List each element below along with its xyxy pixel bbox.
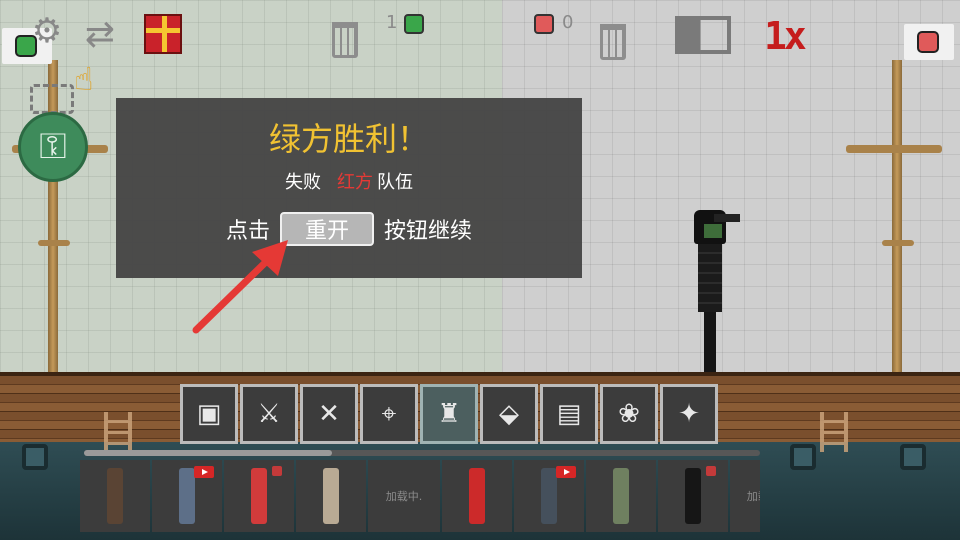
cat-melee-icon[interactable]: ⚔ xyxy=(240,384,298,444)
right-mast xyxy=(892,60,902,372)
category-toolbar: ▣ ⚔ ✕ ⌖ ♜ ⬙ ▤ ❀ ✦ xyxy=(180,384,724,444)
defeat-suffix: 队伍 xyxy=(377,172,413,193)
item-slot[interactable] xyxy=(658,460,728,532)
continue-suffix: 按钮继续 xyxy=(384,219,473,244)
character-body xyxy=(698,244,722,312)
armored-character[interactable] xyxy=(692,210,740,372)
green-score: 1 xyxy=(386,12,398,33)
character-face xyxy=(704,224,722,238)
key-lock-button[interactable]: ⚿ xyxy=(18,112,88,182)
items-scroll-thumb[interactable] xyxy=(84,450,332,456)
cat-firearms-icon[interactable]: ⌖ xyxy=(360,384,418,444)
defeat-prefix: 失败 xyxy=(285,172,321,193)
red-score: 0 xyxy=(562,12,574,33)
gear-icon[interactable]: ⚙ xyxy=(30,14,64,48)
victory-title: 绿方胜利！ xyxy=(268,120,429,158)
cat-machines-icon[interactable]: ▤ xyxy=(540,384,598,444)
hand-pointer-icon[interactable]: ☝ xyxy=(74,60,93,98)
item-slot[interactable] xyxy=(586,460,656,532)
cat-explosives-icon[interactable]: ⬙ xyxy=(480,384,538,444)
swap-icon[interactable]: ⇄ xyxy=(80,14,120,55)
item-strip: 加载中. 加载中. xyxy=(80,460,760,532)
item-slot[interactable] xyxy=(224,460,294,532)
item-slot[interactable] xyxy=(152,460,222,532)
green-score-head-icon xyxy=(404,14,424,34)
gift-icon[interactable] xyxy=(144,14,182,54)
robot-figure xyxy=(179,468,195,524)
cat-animals-icon[interactable]: ❀ xyxy=(600,384,658,444)
left-mast-lower-yard xyxy=(38,240,70,246)
item-slot[interactable] xyxy=(442,460,512,532)
cat-tools-icon[interactable]: ✕ xyxy=(300,384,358,444)
item-slot[interactable] xyxy=(296,460,366,532)
knight-figure xyxy=(323,468,339,524)
ladder xyxy=(104,412,132,452)
red-team-flag xyxy=(904,24,954,60)
cat-characters-icon[interactable]: ▣ xyxy=(180,384,238,444)
trash-icon[interactable] xyxy=(600,24,626,60)
porthole xyxy=(900,444,926,470)
red-figure xyxy=(469,468,485,524)
defeat-team: 红方 xyxy=(337,172,373,193)
soldier-figure xyxy=(613,468,629,524)
victory-dialog: 绿方胜利！ 失败 红方 队伍 点击 重开 按钮继续 xyxy=(116,98,582,278)
black-figure xyxy=(685,468,701,524)
video-ad-icon xyxy=(194,466,214,478)
right-mast-lower-yard xyxy=(882,240,914,246)
right-mast-yard xyxy=(846,145,942,153)
video-ad-icon xyxy=(556,466,576,478)
porthole xyxy=(790,444,816,470)
item-slot-loading[interactable]: 加载中. xyxy=(730,460,760,532)
red-head-icon xyxy=(917,31,939,53)
character-visor xyxy=(714,214,740,222)
window-toggle-button[interactable] xyxy=(675,16,731,54)
pointer-arrow-icon xyxy=(192,240,288,334)
continue-line: 点击 重开 按钮继续 xyxy=(116,212,582,246)
cat-magic-icon[interactable]: ✦ xyxy=(660,384,718,444)
gift-badge-icon xyxy=(272,466,282,476)
item-slot[interactable] xyxy=(80,460,150,532)
armored-figure xyxy=(541,468,557,524)
speed-button[interactable]: 1x xyxy=(764,14,807,58)
focus-frame-icon[interactable] xyxy=(30,84,74,114)
ladder xyxy=(820,412,848,452)
character-legs xyxy=(704,312,716,372)
items-scrollbar[interactable] xyxy=(84,450,760,456)
clown-figure xyxy=(251,468,267,524)
red-score-head-icon xyxy=(534,14,554,34)
gift-badge-icon xyxy=(706,466,716,476)
item-slot-loading[interactable]: 加载中. xyxy=(368,460,440,532)
defeat-line: 失败 红方 队伍 xyxy=(116,168,582,194)
trash-icon[interactable] xyxy=(332,22,358,58)
cat-armor-icon[interactable]: ♜ xyxy=(420,384,478,444)
item-slot[interactable] xyxy=(514,460,584,532)
porthole xyxy=(22,444,48,470)
hooded-figure xyxy=(107,468,123,524)
